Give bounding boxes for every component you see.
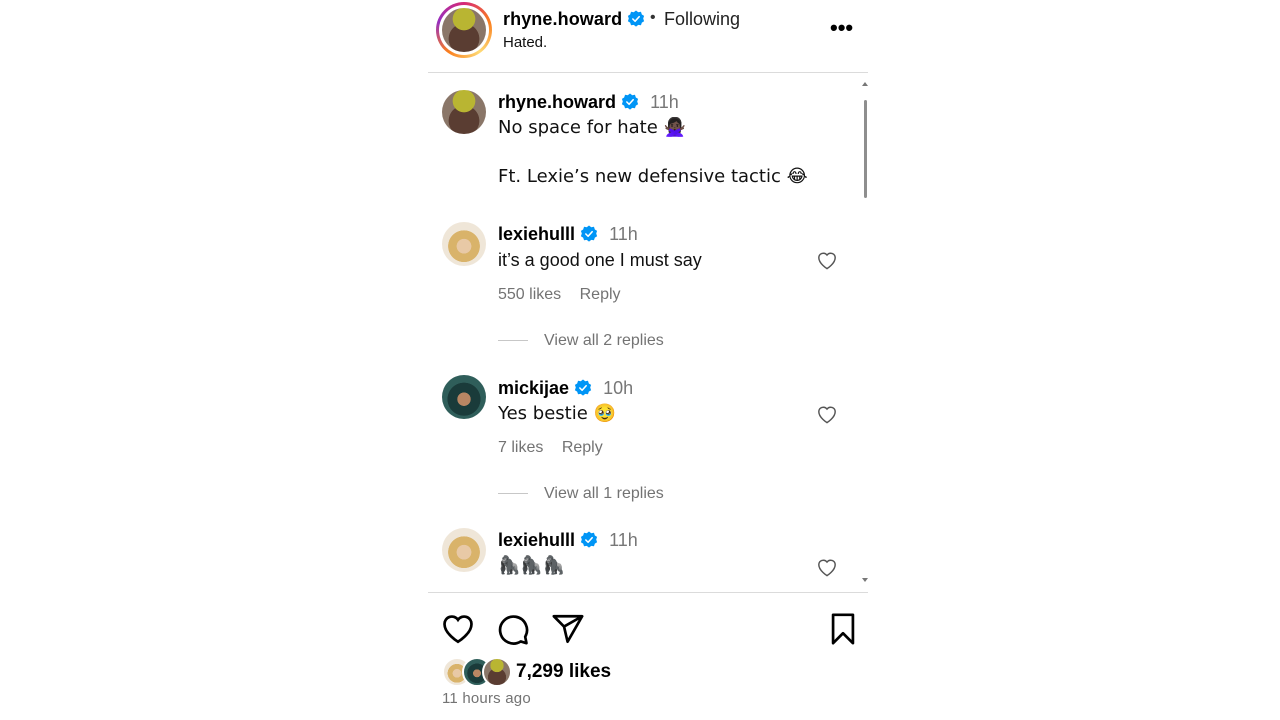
- comment-username[interactable]: mickijae 10h: [498, 378, 633, 399]
- comment-text: Yes bestie 🥹: [498, 403, 616, 424]
- bookmark-icon[interactable]: [826, 612, 860, 646]
- verified-badge-icon: [621, 93, 639, 110]
- view-replies-button[interactable]: View all 2 replies: [544, 332, 664, 350]
- action-bar: [428, 600, 868, 660]
- post-panel: rhyne.howard • Following Hated. ••• rhyn…: [428, 0, 868, 720]
- comment-avatar[interactable]: [442, 528, 486, 572]
- view-replies-button[interactable]: View all 1 replies: [544, 485, 664, 503]
- caption-time: 11h: [650, 92, 679, 112]
- comment-avatar[interactable]: [442, 222, 486, 266]
- share-icon[interactable]: [551, 612, 585, 646]
- post-header: rhyne.howard • Following Hated. •••: [428, 0, 868, 73]
- comment-like-heart-icon[interactable]: [816, 557, 838, 577]
- comment-text: 🦍🦍🦍: [498, 555, 566, 576]
- separator-dot: •: [650, 9, 656, 26]
- verified-badge-icon: [628, 10, 645, 27]
- comment-text: it’s a good one I must say: [498, 250, 702, 270]
- reply-button[interactable]: Reply: [580, 286, 621, 303]
- scroll-up-arrow[interactable]: [862, 82, 868, 86]
- likes-row: 7,299 likes: [442, 657, 862, 687]
- liker-avatar[interactable]: [482, 657, 512, 687]
- replies-divider: [498, 493, 528, 494]
- comment-icon[interactable]: [496, 612, 530, 646]
- comment-like-heart-icon[interactable]: [816, 250, 838, 270]
- following-button[interactable]: Following: [664, 9, 740, 30]
- caption-line-1: No space for hate 🙅🏿‍♀️: [498, 117, 686, 138]
- comment-time: 10h: [603, 378, 634, 398]
- comment-likes[interactable]: 7 likes: [498, 439, 543, 456]
- verified-badge-icon: [580, 531, 598, 548]
- username-text[interactable]: rhyne.howard: [503, 9, 622, 29]
- comment-time: 11h: [609, 530, 638, 550]
- verified-badge-icon: [574, 379, 592, 396]
- comment-username[interactable]: lexiehulll 11h: [498, 224, 638, 245]
- avatar[interactable]: [442, 8, 486, 52]
- comments-scroll-area[interactable]: rhyne.howard 11h No space for hate 🙅🏿‍♀️…: [428, 73, 868, 593]
- scroll-down-arrow[interactable]: [862, 578, 868, 582]
- scrollbar-thumb[interactable]: [864, 100, 867, 198]
- caption-line-2: Ft. Lexie’s new defensive tactic 😂: [498, 166, 808, 187]
- comment-meta: 7 likes Reply: [498, 439, 617, 457]
- story-ring[interactable]: [436, 2, 492, 58]
- more-options-icon[interactable]: •••: [830, 17, 856, 39]
- header-username[interactable]: rhyne.howard: [503, 9, 645, 30]
- likes-count[interactable]: 7,299 likes: [516, 661, 611, 683]
- heart-icon[interactable]: [441, 612, 475, 646]
- comment-likes[interactable]: 550 likes: [498, 286, 561, 303]
- caption-avatar[interactable]: [442, 90, 486, 134]
- verified-badge-icon: [580, 225, 598, 242]
- comment-avatar[interactable]: [442, 375, 486, 419]
- comment-meta: 550 likes Reply: [498, 286, 635, 304]
- comment-time: 11h: [609, 224, 638, 244]
- post-time-ago: 11 hours ago: [442, 690, 531, 707]
- replies-divider: [498, 340, 528, 341]
- caption-username[interactable]: rhyne.howard 11h: [498, 92, 679, 113]
- comment-like-heart-icon[interactable]: [816, 404, 838, 424]
- reply-button[interactable]: Reply: [562, 439, 603, 456]
- header-subtitle[interactable]: Hated.: [503, 34, 547, 51]
- comment-username[interactable]: lexiehulll 11h: [498, 530, 638, 551]
